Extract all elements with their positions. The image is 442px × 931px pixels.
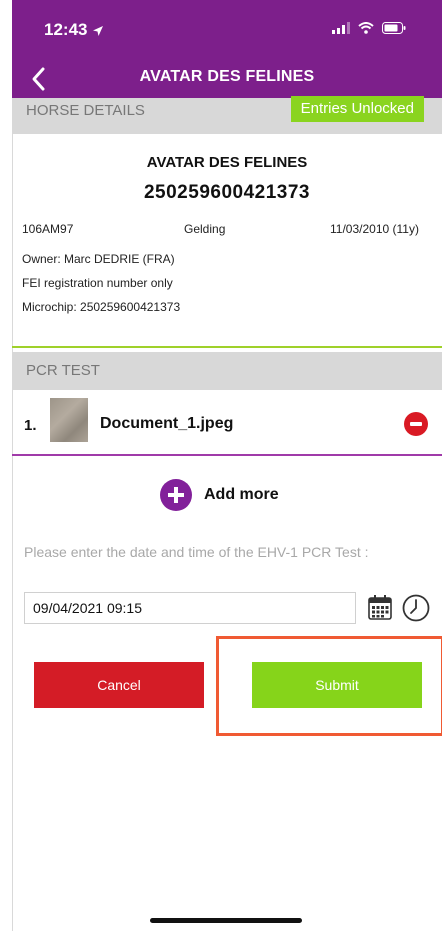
birth-date: 11/03/2010 (11y)	[330, 222, 419, 236]
pcr-test-header: PCR TEST	[12, 352, 442, 390]
phone-screen	[12, 0, 442, 931]
microchip-line: Microchip: 250259600421373	[22, 300, 181, 314]
fei-id: 106AM97	[22, 222, 74, 236]
home-indicator	[150, 918, 302, 923]
location-arrow-icon	[93, 25, 104, 36]
pcr-datetime-prompt: Please enter the date and time of the EH…	[24, 544, 369, 560]
list-item[interactable]: 1. Document_1.jpeg	[12, 390, 442, 456]
document-thumbnail[interactable]	[50, 398, 88, 442]
status-time: 12:43	[44, 20, 104, 40]
cancel-button[interactable]: Cancel	[34, 662, 204, 708]
document-index: 1.	[24, 417, 37, 434]
pcr-test-label: PCR TEST	[26, 362, 100, 379]
clock-icon[interactable]	[402, 594, 430, 622]
horse-ueln: 250259600421373	[143, 182, 310, 203]
horse-details-header: HORSE DETAILS Entries Unlocked	[12, 96, 442, 134]
wifi-icon	[358, 22, 374, 34]
document-filename: Document_1.jpeg	[100, 415, 234, 432]
calendar-icon[interactable]	[368, 594, 392, 620]
add-more-label: Add more	[204, 486, 279, 503]
owner-line: Owner: Marc DEDRIE (FRA)	[22, 252, 175, 266]
plus-circle-icon	[160, 479, 192, 511]
horse-sex: Gelding	[184, 222, 226, 236]
submit-button[interactable]: Submit	[252, 662, 422, 708]
horse-name: AVATAR DES FELINES	[146, 154, 308, 171]
status-bar: 12:43	[12, 0, 442, 60]
navigation-bar: AVATAR DES FELINES	[12, 60, 442, 98]
registration-note: FEI registration number only	[22, 276, 173, 290]
status-icons	[332, 22, 406, 34]
add-more-button[interactable]: Add more	[160, 478, 279, 512]
horse-details-label: HORSE DETAILS	[26, 102, 145, 119]
pcr-datetime-input[interactable]	[24, 592, 356, 624]
page-title: AVATAR DES FELINES	[139, 68, 315, 85]
cellular-signal-icon	[332, 22, 350, 34]
entries-unlocked-badge: Entries Unlocked	[290, 96, 424, 122]
remove-circle-icon[interactable]	[404, 412, 428, 436]
section-divider	[12, 346, 442, 348]
battery-icon	[382, 22, 406, 34]
